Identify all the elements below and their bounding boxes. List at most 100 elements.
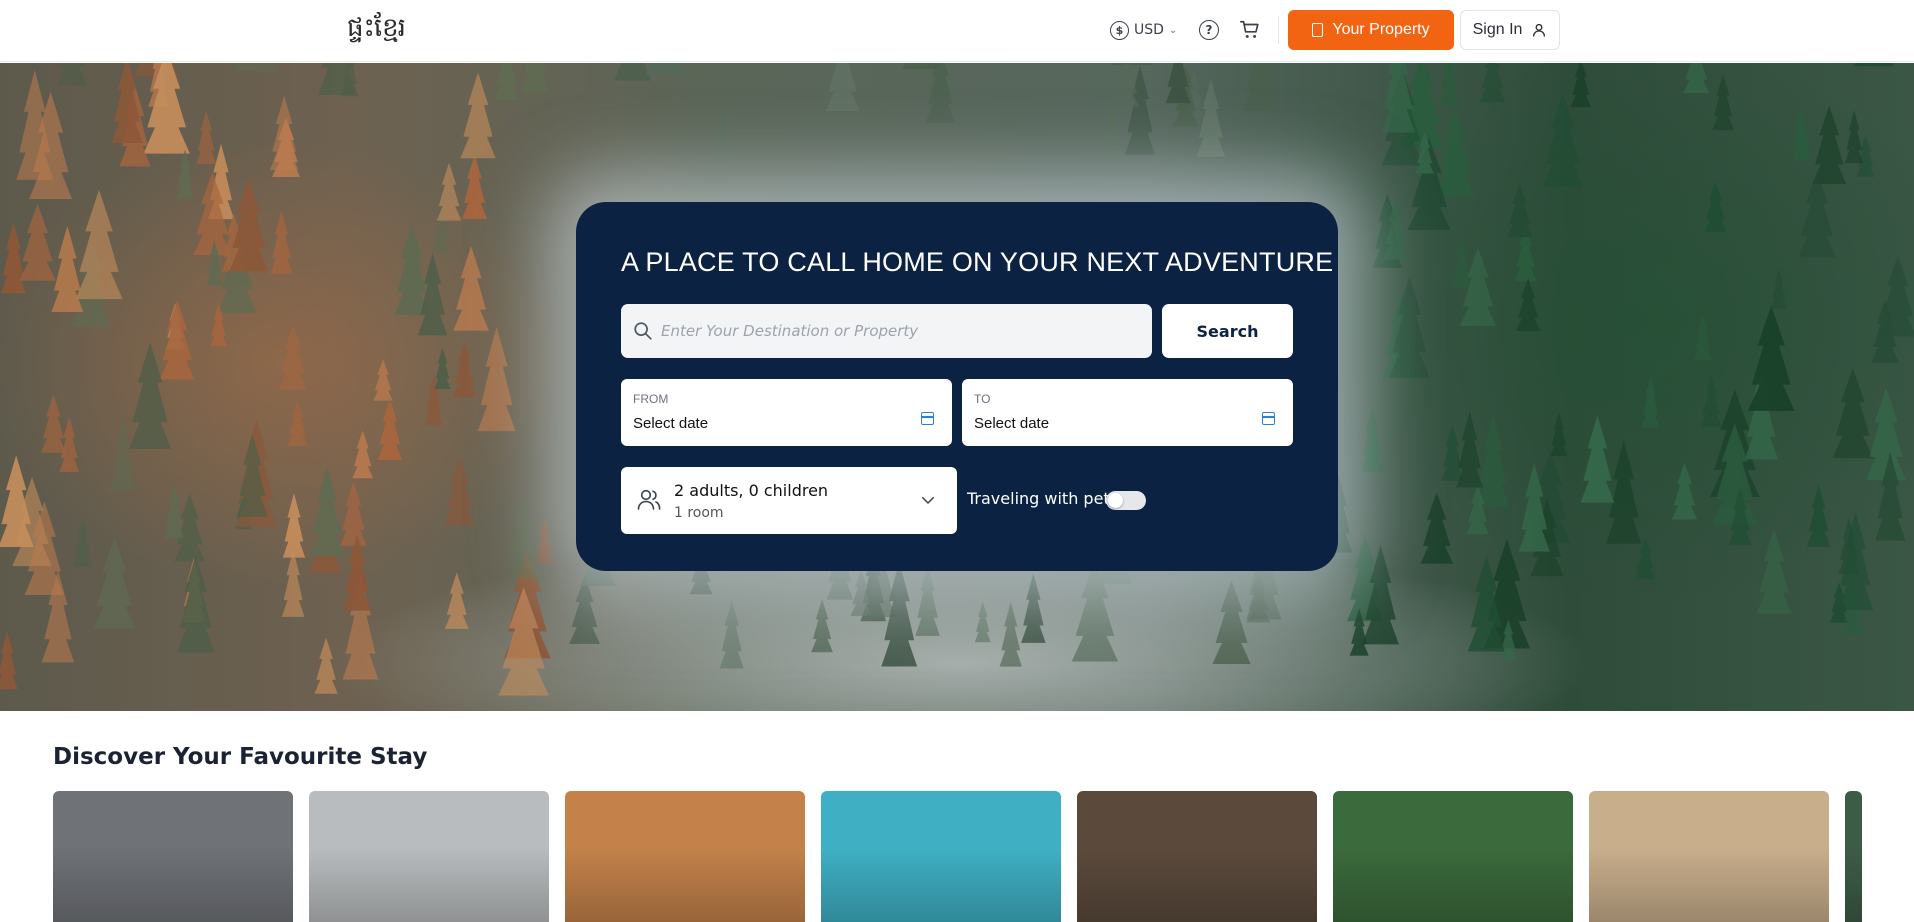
tree-shape (645, 63, 687, 75)
tree-shape (1792, 105, 1811, 160)
tree-shape (1641, 376, 1660, 428)
tree-shape (1683, 63, 1710, 94)
tree-shape (1832, 367, 1874, 459)
stay-card-modern-tower[interactable] (53, 791, 293, 922)
tree-shape (453, 246, 490, 331)
tree-shape (1804, 63, 1833, 65)
tree-shape (614, 63, 652, 81)
stay-card-overwater-villas[interactable] (821, 791, 1061, 922)
card-image-shade (1845, 847, 1862, 922)
tree-shape (1756, 528, 1792, 614)
tree-shape (1516, 278, 1541, 331)
tree-shape (1844, 110, 1864, 164)
tree-shape (1570, 63, 1591, 107)
tree-shape (825, 63, 860, 112)
currency-selector[interactable]: $ USD ⌄ (1110, 18, 1177, 42)
search-panel: A PLACE TO CALL HOME ON YOUR NEXT ADVENT… (576, 202, 1338, 571)
card-image-shade (565, 847, 805, 922)
sign-in-label: Sign In (1472, 21, 1523, 38)
user-icon (1533, 23, 1546, 37)
to-date-field[interactable]: TO Select date (962, 379, 1293, 446)
from-date-field[interactable]: FROM Select date (621, 379, 952, 446)
dollar-circle-icon: $ (1110, 20, 1129, 40)
stay-card-forest-cabin[interactable] (1077, 791, 1317, 922)
card-image-shade (821, 847, 1061, 922)
tree-shape (535, 517, 554, 564)
card-image-shade (309, 847, 549, 922)
chevron-down-icon (922, 497, 934, 504)
calendar-icon (921, 412, 934, 425)
card-image-shade (1333, 847, 1573, 922)
building-icon (1312, 23, 1324, 37)
tree-shape (417, 252, 448, 336)
to-date-value: Select date (974, 415, 1050, 432)
tree-shape (521, 63, 550, 93)
tree-shape (72, 518, 93, 567)
tree-shape (493, 63, 520, 100)
destination-search-box[interactable] (621, 304, 1152, 358)
tree-shape (196, 110, 217, 165)
tree-shape (1853, 63, 1894, 67)
sign-in-button[interactable]: Sign In (1460, 10, 1560, 50)
tree-shape (352, 430, 374, 479)
stay-card-jungle-lodge[interactable] (1333, 791, 1573, 922)
users-icon (637, 489, 661, 510)
tree-shape (314, 637, 338, 694)
tree-shape (444, 572, 469, 629)
tree-shape (1550, 412, 1568, 457)
to-date-label: TO (974, 392, 991, 406)
discover-section-title: Discover Your Favourite Stay (53, 744, 428, 770)
tree-shape (713, 100, 735, 159)
top-header: ផ្ទះខ្មែរ $ USD ⌄ ? Your Property Sign I… (0, 0, 1914, 62)
tree-shape (234, 63, 278, 72)
tree-shape (1700, 375, 1722, 427)
tree-shape (270, 210, 293, 274)
tree-shape (1693, 314, 1712, 361)
tree-shape (1452, 238, 1471, 288)
guests-rooms-selector[interactable]: 2 adults, 0 children 1 room (621, 467, 957, 534)
card-image-shade (53, 847, 293, 922)
pet-label: Traveling with pet? (967, 489, 1119, 508)
tree-shape (1606, 439, 1642, 544)
tree-shape (109, 420, 137, 491)
cart-icon[interactable] (1239, 19, 1261, 41)
tree-shape (377, 398, 403, 460)
tree-shape (1101, 98, 1123, 158)
tree-shape (1542, 93, 1583, 188)
tree-shape (1704, 181, 1727, 233)
tree-shape (1, 222, 26, 294)
tree-shape (340, 481, 367, 546)
tree-shape (143, 63, 190, 154)
pet-toggle-knob (1108, 493, 1123, 508)
tree-shape (1747, 305, 1795, 411)
tree-shape (1580, 415, 1615, 503)
question-circle-icon[interactable]: ? (1199, 20, 1219, 40)
tree-shape (1420, 492, 1454, 564)
tree-shape (343, 534, 372, 611)
stay-card-organic-architecture[interactable] (1589, 791, 1829, 922)
stay-card-modern-house[interactable] (309, 791, 549, 922)
tree-shape (1866, 387, 1906, 480)
search-button[interactable]: Search (1162, 304, 1293, 358)
from-date-value: Select date (633, 415, 709, 432)
your-property-button[interactable]: Your Property (1288, 10, 1454, 50)
destination-input[interactable] (661, 304, 1141, 358)
stay-card-partial-card[interactable] (1845, 791, 1862, 922)
tree-shape (373, 359, 393, 401)
currency-label: USD (1134, 22, 1164, 38)
card-image-shade (1077, 847, 1317, 922)
tree-shape (75, 189, 123, 300)
card-image-shade (1589, 847, 1829, 922)
tree-shape (1021, 573, 1046, 643)
stay-card-grand-palace-hotel[interactable] (565, 791, 805, 922)
tree-shape (452, 341, 477, 398)
tree-shape (278, 325, 307, 390)
tree-shape (569, 576, 600, 644)
pet-toggle[interactable] (1106, 491, 1146, 510)
tree-shape (915, 563, 940, 636)
tree-shape (1806, 484, 1831, 547)
hero-banner: A PLACE TO CALL HOME ON YOUR NEXT ADVENT… (0, 63, 1914, 711)
your-property-label: Your Property (1332, 21, 1430, 38)
tree-shape (1770, 268, 1787, 309)
site-logo[interactable]: ផ្ទះខ្មែរ (347, 13, 406, 43)
